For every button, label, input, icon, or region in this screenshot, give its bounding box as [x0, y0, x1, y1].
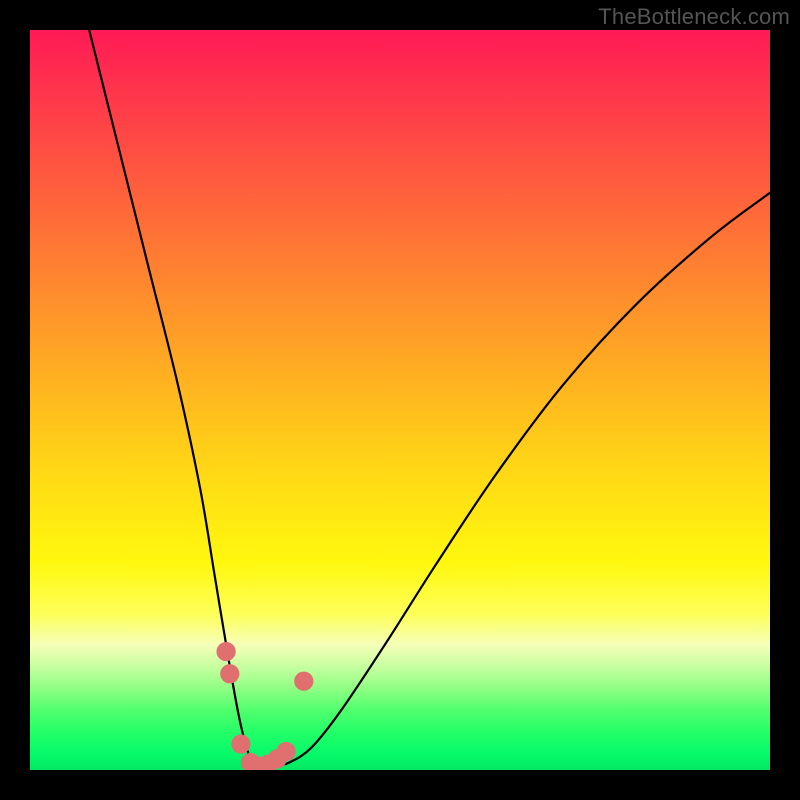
bottleneck-curve	[89, 30, 770, 770]
plot-area	[30, 30, 770, 770]
bottleneck-curve-svg	[30, 30, 770, 770]
curve-marker	[216, 642, 235, 661]
curve-markers	[216, 642, 313, 770]
curve-marker	[220, 664, 239, 683]
curve-group	[89, 30, 770, 770]
chart-frame: TheBottleneck.com	[0, 0, 800, 800]
curve-marker	[294, 672, 313, 691]
curve-marker	[231, 734, 250, 753]
watermark-text: TheBottleneck.com	[598, 4, 790, 30]
curve-marker	[276, 742, 295, 761]
